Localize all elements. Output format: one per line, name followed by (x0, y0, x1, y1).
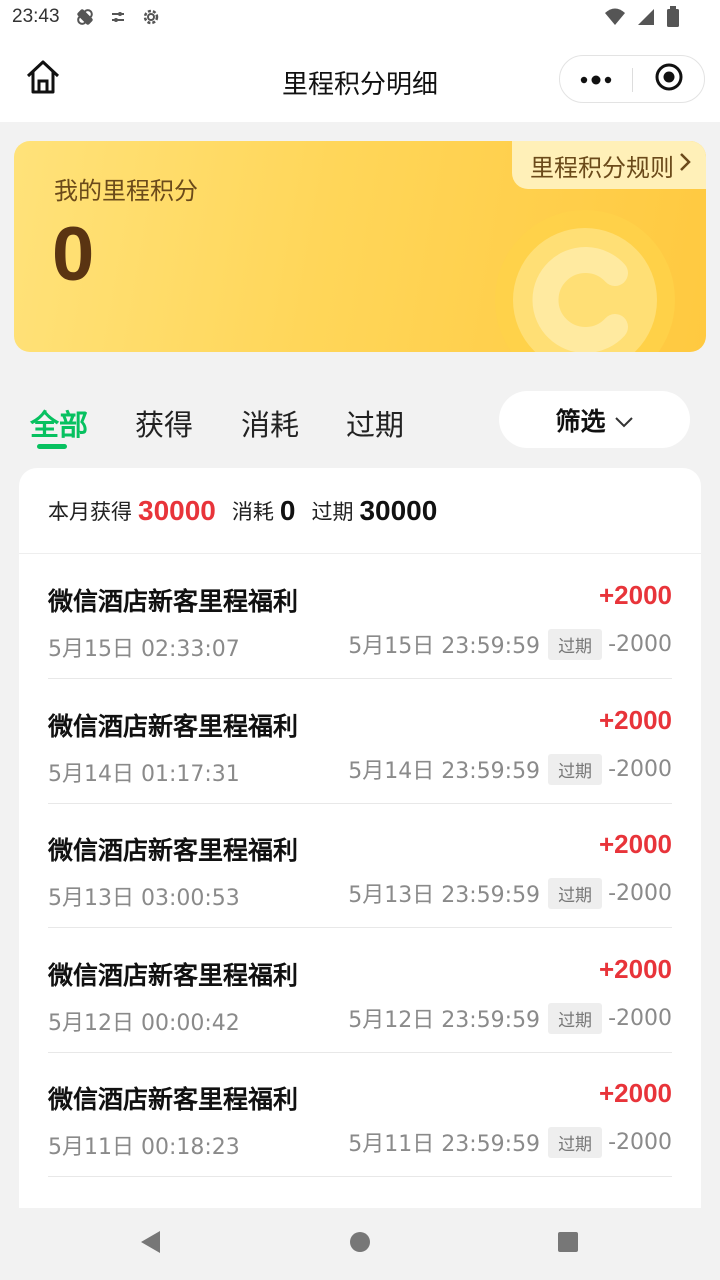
active-tab-indicator (37, 444, 67, 449)
expiry-amount: -2000 (608, 631, 672, 657)
record-item[interactable]: 微信酒店新客里程福利 +2000 5月13日 03:00:53 5月13日 23… (48, 803, 672, 928)
menu-capsule (559, 55, 705, 103)
record-expiry: 5月13日 23:59:59 过期 -2000 (348, 877, 672, 909)
record-amount: +2000 (598, 829, 672, 859)
earned-label: 本月获得 (48, 499, 132, 524)
record-expiry: 5月14日 23:59:59 过期 -2000 (348, 753, 672, 785)
record-amount: +2000 (598, 954, 672, 984)
record-item[interactable]: 微信酒店新客里程福利 +2000 5月12日 00:00:42 5月12日 23… (48, 928, 672, 1053)
consumed-label: 消耗 (231, 499, 274, 524)
record-time: 5月14日 01:17:31 (48, 762, 240, 787)
expiry-time: 5月15日 23:59:59 (348, 634, 541, 659)
back-triangle-icon (138, 1229, 162, 1259)
record-item[interactable]: 微信酒店新客里程福利 +2000 5月11日 00:18:23 5月11日 23… (48, 1052, 672, 1177)
consumed-value: 0 (279, 494, 296, 526)
tab-expired[interactable]: 过期 (346, 402, 404, 444)
battery-icon (666, 6, 680, 32)
tab-consumed[interactable]: 消耗 (241, 402, 299, 444)
rules-link-label: 里程积分规则 (530, 153, 674, 182)
filter-tabs: 全部 获得 消耗 过期 筛选 (0, 390, 720, 454)
record-time: 5月12日 00:00:42 (48, 1011, 240, 1036)
expiry-tag: 过期 (548, 628, 603, 660)
expiry-time: 5月12日 23:59:59 (348, 1008, 541, 1033)
record-amount: +2000 (598, 705, 672, 735)
filter-label: 筛选 (555, 406, 606, 436)
more-dots-icon (579, 70, 613, 89)
expiry-amount: -2000 (608, 1129, 672, 1155)
status-bar: 23:43 (0, 0, 720, 36)
chevron-right-icon (678, 151, 692, 179)
chevron-down-icon (614, 405, 634, 434)
expiry-time: 5月13日 23:59:59 (348, 883, 541, 908)
expiry-time: 5月11日 23:59:59 (348, 1132, 541, 1157)
expired-label: 过期 (311, 499, 354, 524)
record-title: 微信酒店新客里程福利 (48, 712, 299, 741)
record-time: 5月13日 03:00:53 (48, 886, 240, 911)
coin-icon (495, 210, 675, 352)
record-time: 5月15日 02:33:07 (48, 637, 240, 662)
record-title: 微信酒店新客里程福利 (48, 836, 299, 865)
expired-value: 30000 (359, 494, 438, 526)
earned-value: 30000 (138, 494, 216, 526)
records-card: 本月获得 30000 消耗 0 过期 30000 微信酒店新客里程福利 +200… (19, 468, 701, 1228)
expiry-time: 5月14日 23:59:59 (348, 759, 541, 784)
nav-recents-button[interactable] (552, 1228, 584, 1260)
record-item[interactable]: 微信酒店新客里程福利 +2000 5月14日 01:17:31 5月14日 23… (48, 679, 672, 804)
target-icon (654, 62, 684, 96)
sliders-icon (108, 7, 128, 31)
record-time: 5月11日 00:18:23 (48, 1135, 240, 1160)
close-miniprogram-button[interactable] (633, 56, 705, 102)
record-item[interactable]: 微信酒店新客里程福利 +2000 5月15日 02:33:07 5月15日 23… (48, 554, 672, 679)
points-value: 0 (52, 212, 95, 297)
signal-icon (636, 7, 656, 31)
record-expiry: 5月11日 23:59:59 过期 -2000 (348, 1126, 672, 1158)
more-button[interactable] (560, 56, 632, 102)
points-rules-link[interactable]: 里程积分规则 (512, 141, 706, 189)
expiry-amount: -2000 (608, 880, 672, 906)
bandage-icon (74, 6, 96, 32)
tab-earned[interactable]: 获得 (135, 402, 193, 444)
title-bar: 里程积分明细 (0, 36, 720, 122)
recents-square-icon (556, 1230, 580, 1258)
filter-button[interactable]: 筛选 (499, 391, 690, 448)
points-card: 我的里程积分 0 里程积分规则 (14, 141, 706, 352)
record-title: 微信酒店新客里程福利 (48, 961, 299, 990)
month-summary: 本月获得 30000 消耗 0 过期 30000 (19, 468, 701, 554)
expiry-tag: 过期 (548, 753, 603, 785)
record-amount: +2000 (598, 1078, 672, 1108)
status-time: 23:43 (12, 6, 60, 27)
wifi-icon (604, 7, 626, 31)
points-label: 我的里程积分 (54, 177, 198, 205)
tab-all[interactable]: 全部 (30, 402, 88, 444)
nav-back-button[interactable] (134, 1228, 166, 1260)
record-title: 微信酒店新客里程福利 (48, 1085, 299, 1114)
system-navigation-bar (0, 1208, 720, 1280)
record-expiry: 5月12日 23:59:59 过期 -2000 (348, 1002, 672, 1034)
expiry-tag: 过期 (548, 1126, 603, 1158)
gear-icon (140, 6, 162, 32)
record-expiry: 5月15日 23:59:59 过期 -2000 (348, 628, 672, 660)
expiry-tag: 过期 (548, 877, 603, 909)
expiry-amount: -2000 (608, 1005, 672, 1031)
record-amount: +2000 (598, 580, 672, 610)
record-title: 微信酒店新客里程福利 (48, 587, 299, 616)
home-circle-icon (348, 1230, 372, 1258)
expiry-amount: -2000 (608, 756, 672, 782)
nav-home-button[interactable] (344, 1228, 376, 1260)
expiry-tag: 过期 (548, 1002, 603, 1034)
